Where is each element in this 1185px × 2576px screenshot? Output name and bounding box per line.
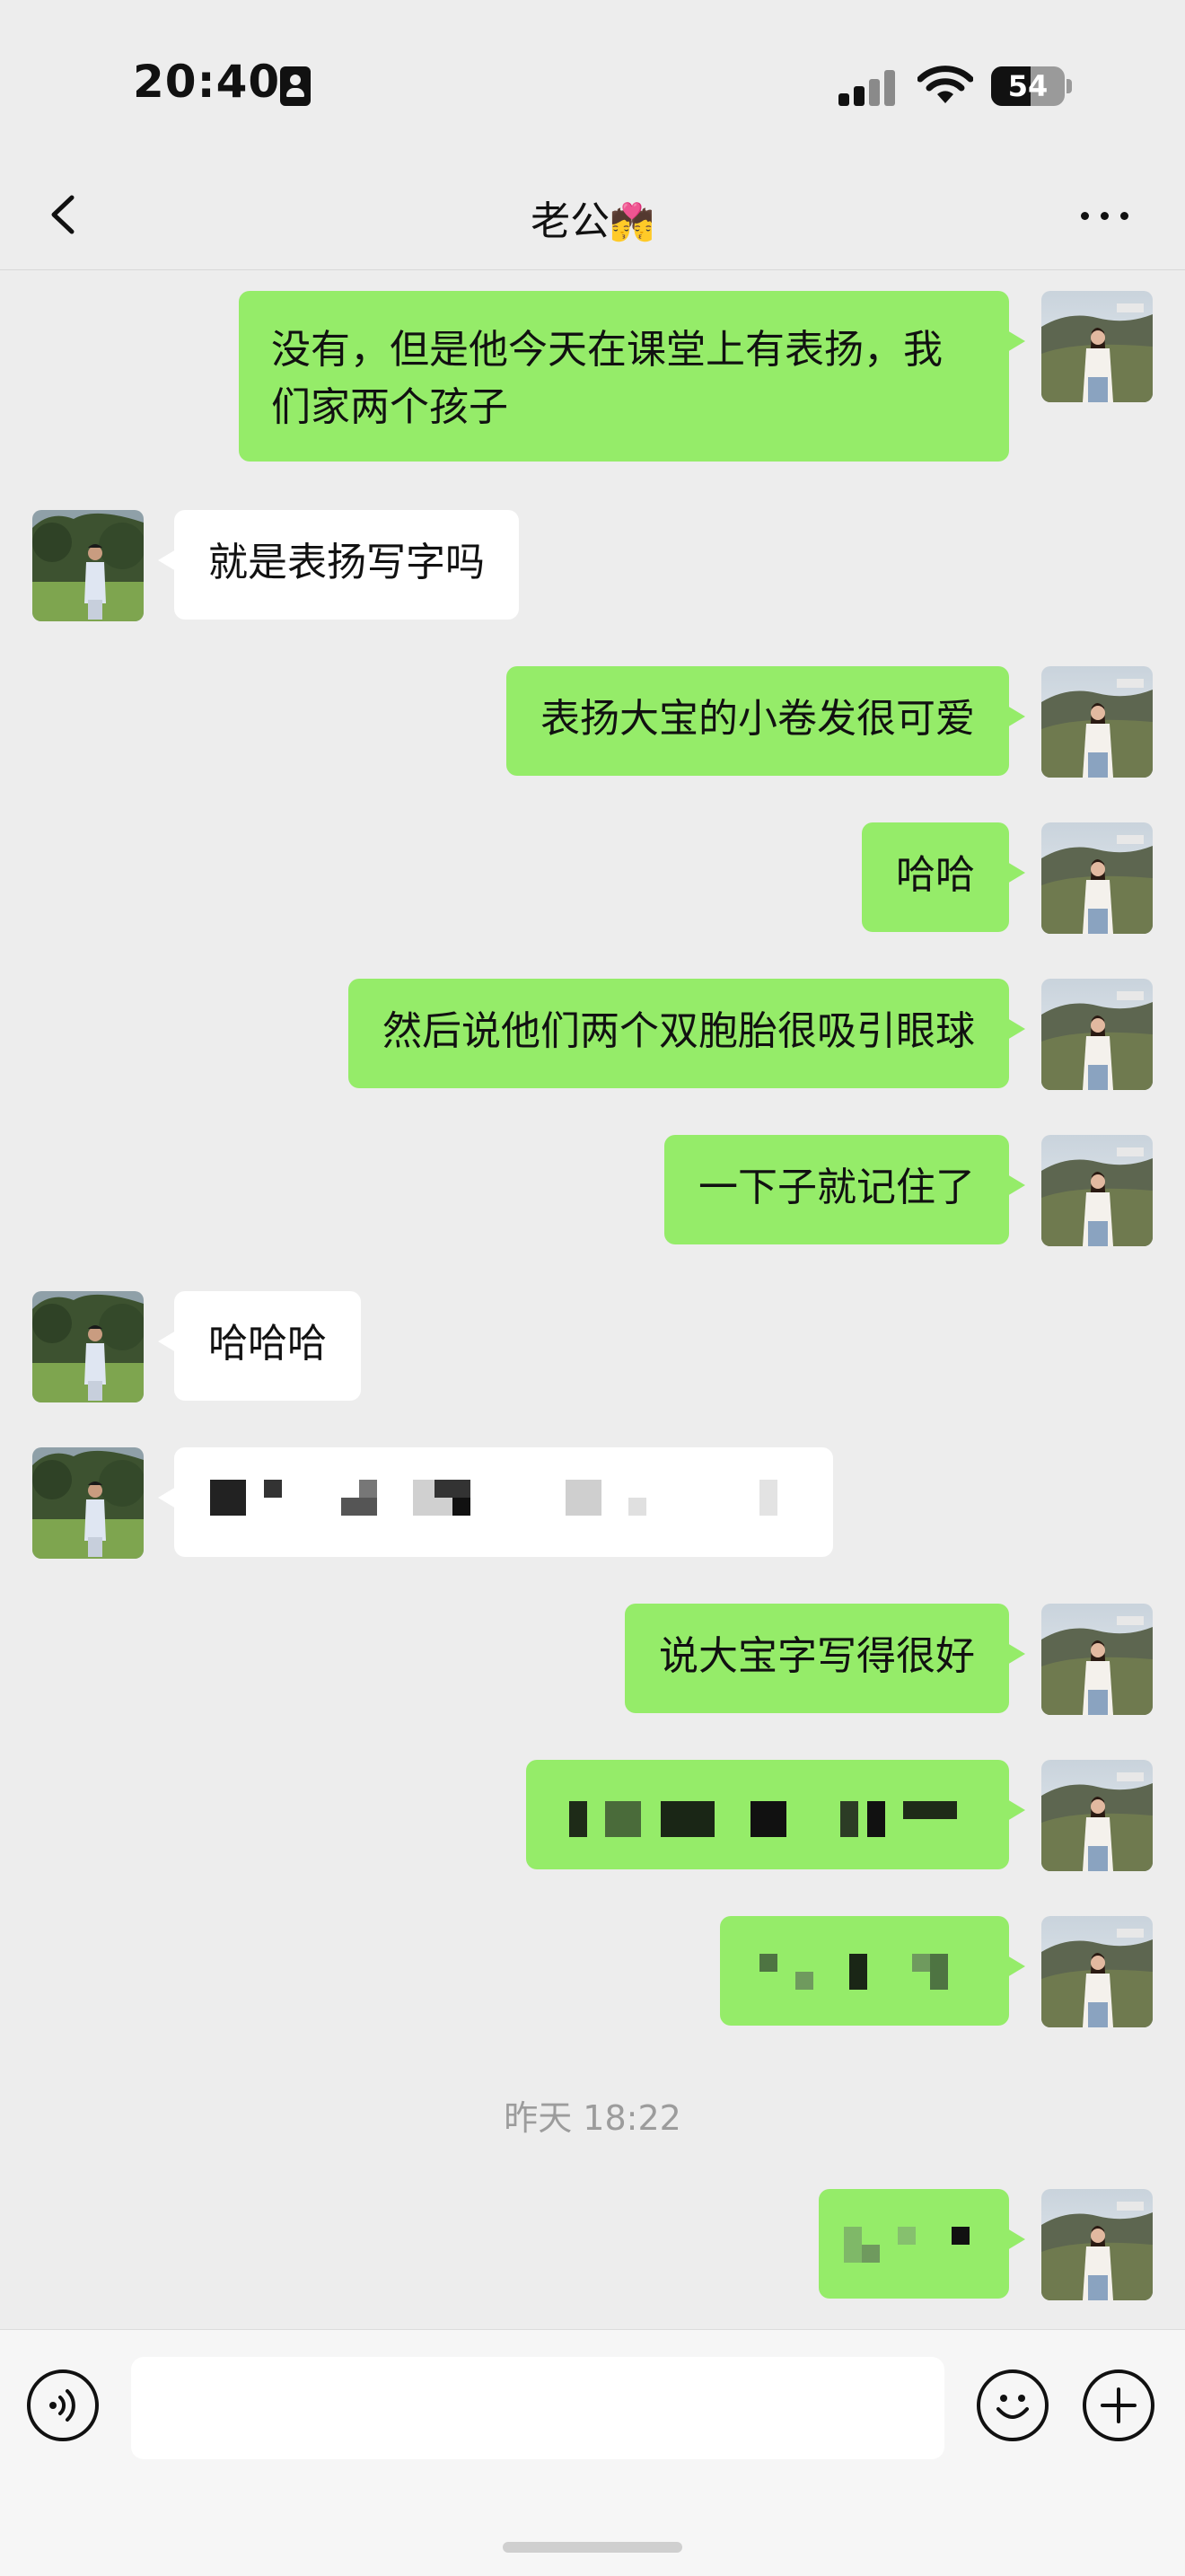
chat-title: 老公💏 (0, 189, 1185, 246)
my-avatar[interactable] (1041, 1135, 1153, 1246)
wifi-icon (917, 66, 973, 103)
message-bubble-outgoing[interactable]: 没有，但是他今天在课堂上有表扬，我们家两个孩子 (239, 291, 1025, 462)
plus-icon (1101, 2387, 1137, 2423)
mosaic-block (867, 1801, 885, 1837)
battery-cap (1066, 79, 1072, 93)
message-bubble-incoming[interactable]: 哈哈哈 (158, 1291, 361, 1401)
message-bubble-outgoing[interactable]: 然后说他们两个双胞胎很吸引眼球 (348, 979, 1025, 1088)
message-bubble-outgoing-redacted[interactable] (526, 1760, 1025, 1869)
emoji-icon (996, 2395, 1029, 2419)
message-text: 表扬大宝的小卷发很可爱 (540, 696, 975, 742)
message-bubble-outgoing[interactable]: 哈哈 (862, 822, 1025, 932)
battery-percent: 54 (1007, 69, 1049, 103)
status-time: 20:40 (133, 56, 281, 108)
my-avatar[interactable] (1041, 979, 1153, 1090)
message-bubble-outgoing[interactable]: 说大宝字写得很好 (625, 1604, 1025, 1713)
more-options-button[interactable] (1074, 189, 1137, 242)
message-text: 说大宝字写得很好 (659, 1633, 975, 1679)
mosaic-block (359, 1480, 377, 1498)
message-bubble-outgoing-redacted[interactable] (720, 1916, 1025, 2026)
message-text: 就是表扬写字吗 (208, 540, 485, 585)
input-bar (0, 2329, 1185, 2576)
more-functions-button[interactable] (1083, 2369, 1154, 2441)
chat-header: 老公💏 (0, 162, 1185, 270)
message-text: 没有，但是他今天在课堂上有表扬，我们家两个孩子 (271, 327, 943, 430)
mosaic-block (849, 1954, 867, 1990)
message-text: 一下子就记住了 (698, 1165, 975, 1210)
mosaic-block (952, 2227, 970, 2245)
my-avatar[interactable] (1041, 822, 1153, 934)
message-text: 然后说他们两个双胞胎很吸引眼球 (382, 1008, 975, 1054)
home-indicator (503, 2542, 682, 2553)
mosaic-block (795, 1972, 813, 1990)
contact-avatar[interactable] (32, 1447, 144, 1559)
mosaic-block (434, 1480, 470, 1498)
emoji-button[interactable] (977, 2369, 1049, 2441)
my-avatar[interactable] (1041, 666, 1153, 778)
mosaic-block (930, 1954, 948, 1990)
mosaic-block (264, 1480, 282, 1498)
mosaic-block (605, 1801, 641, 1837)
my-avatar[interactable] (1041, 291, 1153, 402)
message-bubble-outgoing-redacted[interactable] (819, 2189, 1025, 2299)
message-bubble-outgoing[interactable]: 表扬大宝的小卷发很可爱 (506, 666, 1025, 776)
message-bubble-outgoing[interactable]: 一下子就记住了 (664, 1135, 1025, 1244)
contact-name: 老公 (531, 198, 610, 244)
contact-avatar[interactable] (32, 510, 144, 621)
cellular-signal-icon (838, 68, 898, 106)
message-bubble-incoming-redacted[interactable] (158, 1447, 833, 1557)
message-list[interactable]: 没有，但是他今天在课堂上有表扬，我们家两个孩子 就是表扬写字吗 表扬大宝的小卷发… (0, 271, 1185, 2327)
more-dots-icon (1081, 212, 1089, 220)
contact-avatar[interactable] (32, 1291, 144, 1402)
mosaic-block (759, 1954, 777, 1972)
message-text: 哈哈哈 (208, 1321, 327, 1367)
contact-card-icon (280, 66, 311, 106)
mosaic-block (844, 2227, 862, 2263)
status-bar: 20:40 54 (0, 0, 1185, 162)
mosaic-block (862, 2245, 880, 2263)
kiss-emoji: 💏 (610, 202, 654, 243)
mosaic-block (452, 1498, 470, 1516)
message-bubble-incoming[interactable]: 就是表扬写字吗 (158, 510, 519, 620)
mosaic-block (341, 1498, 377, 1516)
timestamp: 昨天 18:22 (504, 2098, 681, 2138)
mosaic-block (661, 1801, 715, 1837)
my-avatar[interactable] (1041, 1760, 1153, 1871)
mosaic-block (912, 1954, 930, 1972)
mosaic-block (628, 1498, 646, 1516)
my-avatar[interactable] (1041, 1916, 1153, 2027)
mosaic-block (566, 1480, 601, 1516)
voice-icon (49, 2389, 75, 2422)
mosaic-block (903, 1801, 957, 1819)
mosaic-block (750, 1801, 786, 1837)
mosaic-block (210, 1480, 246, 1516)
message-input[interactable] (131, 2357, 944, 2459)
battery-icon: 54 (991, 66, 1065, 106)
my-avatar[interactable] (1041, 2189, 1153, 2300)
my-avatar[interactable] (1041, 1604, 1153, 1715)
mosaic-block (759, 1480, 777, 1516)
mosaic-block (898, 2227, 916, 2245)
mosaic-block (840, 1801, 858, 1837)
voice-button[interactable] (27, 2369, 99, 2441)
message-text: 哈哈 (896, 852, 975, 898)
mosaic-block (569, 1801, 587, 1837)
